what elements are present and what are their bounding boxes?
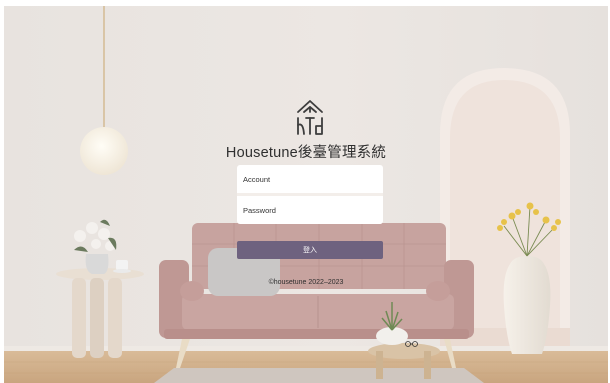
password-input[interactable] xyxy=(237,196,383,224)
login-page: Housetune後臺管理系統 登入 ©housetune 2022–2023 xyxy=(4,6,608,383)
housetune-logo-icon xyxy=(297,100,323,135)
page-title: Housetune後臺管理系統 xyxy=(225,145,387,161)
login-panel: Housetune後臺管理系統 登入 ©housetune 2022–2023 xyxy=(4,6,608,383)
account-input[interactable] xyxy=(237,165,383,193)
copyright-text: ©housetune 2022–2023 xyxy=(268,279,344,286)
login-button[interactable]: 登入 xyxy=(237,241,383,259)
